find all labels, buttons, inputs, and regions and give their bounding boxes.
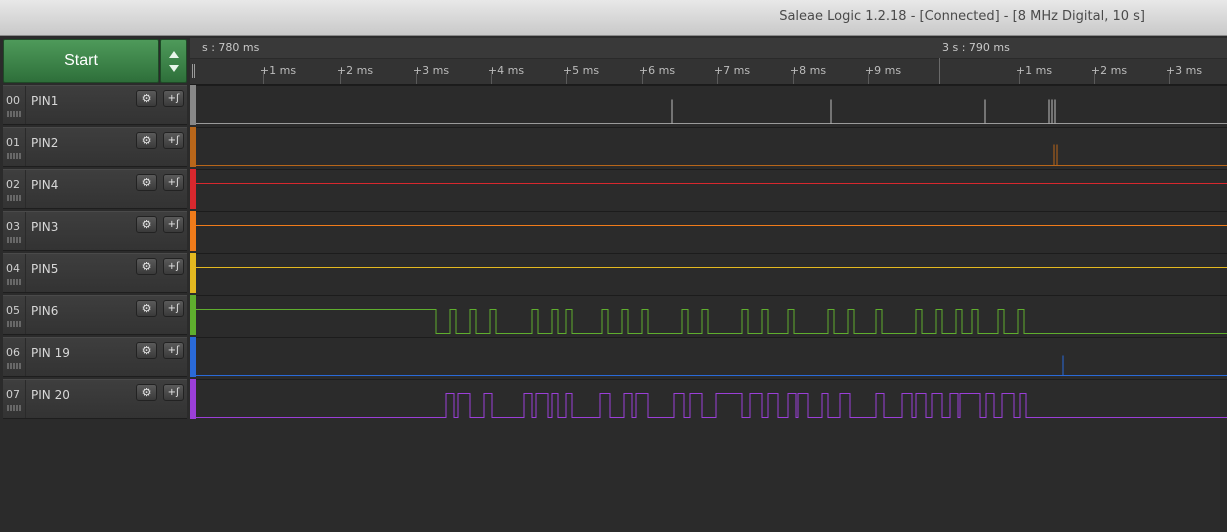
window-title: Saleae Logic 1.2.18 - [Connected] - [8 M… [779, 9, 1145, 24]
divider [25, 170, 26, 208]
gear-icon[interactable]: ⚙ [136, 216, 157, 233]
trigger-edge-icon[interactable]: +ʃ [163, 174, 184, 191]
channel-row[interactable]: 04 PIN5 ⚙ +ʃ [3, 253, 187, 293]
drag-handle-icon[interactable] [7, 321, 21, 327]
gear-icon[interactable]: ⚙ [136, 174, 157, 191]
channel-name[interactable]: PIN3 [31, 220, 58, 234]
divider [25, 380, 26, 418]
drag-handle-icon[interactable] [7, 195, 21, 201]
channel-name[interactable]: PIN1 [31, 94, 58, 108]
trigger-edge-icon[interactable]: +ʃ [163, 258, 184, 275]
timeline-start-label: s : 780 ms [202, 41, 260, 54]
drag-handle-icon[interactable] [7, 153, 21, 159]
timeline-tick-mark [642, 72, 643, 84]
divider [25, 338, 26, 376]
gear-icon[interactable]: ⚙ [136, 384, 157, 401]
timeline-tick-label: +9 ms [864, 64, 902, 77]
trigger-edge-icon[interactable]: +ʃ [163, 384, 184, 401]
timeline-tick-label: +2 ms [336, 64, 374, 77]
timeline-tick-mark [1169, 72, 1170, 84]
channel-row[interactable]: 05 PIN6 ⚙ +ʃ [3, 295, 187, 335]
empty-workspace [0, 422, 1227, 532]
timeline-absolute-band [190, 38, 1227, 59]
channel-name[interactable]: PIN4 [31, 178, 58, 192]
timeline-tick-label: +8 ms [789, 64, 827, 77]
title-bar: Saleae Logic 1.2.18 - [Connected] - [8 M… [0, 0, 1227, 36]
channel-row[interactable]: 00 PIN1 ⚙ +ʃ [3, 85, 187, 125]
timeline-second-label: 3 s : 790 ms [942, 41, 1010, 54]
channel-number: 06 [6, 346, 20, 359]
divider [25, 86, 26, 124]
timeline-tick-mark [263, 72, 264, 84]
gear-icon[interactable]: ⚙ [136, 342, 157, 359]
channel-number: 04 [6, 262, 20, 275]
drag-handle-icon[interactable] [7, 279, 21, 285]
channel-number: 02 [6, 178, 20, 191]
trigger-edge-icon[interactable]: +ʃ [163, 216, 184, 233]
waveform-pin6 [196, 309, 1227, 334]
timeline-ruler[interactable]: s : 780 ms 3 s : 790 ms +1 ms +2 ms +3 ms +… [190, 38, 1227, 85]
timeline-tick-mark [1019, 72, 1020, 84]
channel-row[interactable]: 01 PIN2 ⚙ +ʃ [3, 127, 187, 167]
drag-handle-icon[interactable] [7, 237, 21, 243]
trigger-edge-icon[interactable]: +ʃ [163, 300, 184, 317]
arrow-down-icon [169, 65, 179, 72]
gear-icon[interactable]: ⚙ [136, 300, 157, 317]
timeline-tick-mark [1094, 72, 1095, 84]
timeline-tick-label: +3 ms [412, 64, 450, 77]
timeline-tick-mark [868, 72, 869, 84]
timeline-tick-mark [340, 72, 341, 84]
channel-name[interactable]: PIN2 [31, 136, 58, 150]
gear-icon[interactable]: ⚙ [136, 132, 157, 149]
channel-name[interactable]: PIN 20 [31, 388, 70, 402]
timeline-handle[interactable] [192, 64, 195, 78]
divider [25, 254, 26, 292]
channel-number: 00 [6, 94, 20, 107]
divider [25, 296, 26, 334]
trigger-edge-icon[interactable]: +ʃ [163, 342, 184, 359]
channel-number: 03 [6, 220, 20, 233]
channel-row[interactable]: 02 PIN4 ⚙ +ʃ [3, 169, 187, 209]
trigger-edge-icon[interactable]: +ʃ [163, 132, 184, 149]
arrow-up-icon [169, 51, 179, 58]
channel-name[interactable]: PIN6 [31, 304, 58, 318]
timeline-tick-label: +3 ms [1165, 64, 1203, 77]
timeline-tick-label: +4 ms [487, 64, 525, 77]
timeline-tick-label: +7 ms [713, 64, 751, 77]
channel-name[interactable]: PIN5 [31, 262, 58, 276]
channel-row[interactable]: 07 PIN 20 ⚙ +ʃ [3, 379, 187, 419]
divider [25, 128, 26, 166]
gear-icon[interactable]: ⚙ [136, 258, 157, 275]
start-button[interactable]: Start [3, 39, 159, 83]
channel-number: 07 [6, 388, 20, 401]
channel-number: 01 [6, 136, 20, 149]
timeline-tick-mark [717, 72, 718, 84]
gear-icon[interactable]: ⚙ [136, 90, 157, 107]
waveform-pin-20 [196, 393, 1227, 418]
trigger-edge-icon[interactable]: +ʃ [163, 90, 184, 107]
timeline-tick-mark [566, 72, 567, 84]
waveform-area[interactable] [196, 85, 1227, 421]
drag-handle-icon[interactable] [7, 111, 21, 117]
timeline-tick-label: +6 ms [638, 64, 676, 77]
timeline-tick-label: +1 ms [1015, 64, 1053, 77]
channel-name[interactable]: PIN 19 [31, 346, 70, 360]
drag-handle-icon[interactable] [7, 363, 21, 369]
timeline-tick-mark [416, 72, 417, 84]
timeline-tick-label: +5 ms [562, 64, 600, 77]
timeline-tick-label: +2 ms [1090, 64, 1128, 77]
start-options-button[interactable] [160, 39, 187, 83]
divider [25, 212, 26, 250]
timeline-tick-label: +1 ms [259, 64, 297, 77]
channel-row[interactable]: 03 PIN3 ⚙ +ʃ [3, 211, 187, 251]
timeline-tick-mark [793, 72, 794, 84]
drag-handle-icon[interactable] [7, 405, 21, 411]
timeline-tick-mark [491, 72, 492, 84]
timeline-major-tick [939, 58, 940, 84]
channel-row[interactable]: 06 PIN 19 ⚙ +ʃ [3, 337, 187, 377]
channel-number: 05 [6, 304, 20, 317]
